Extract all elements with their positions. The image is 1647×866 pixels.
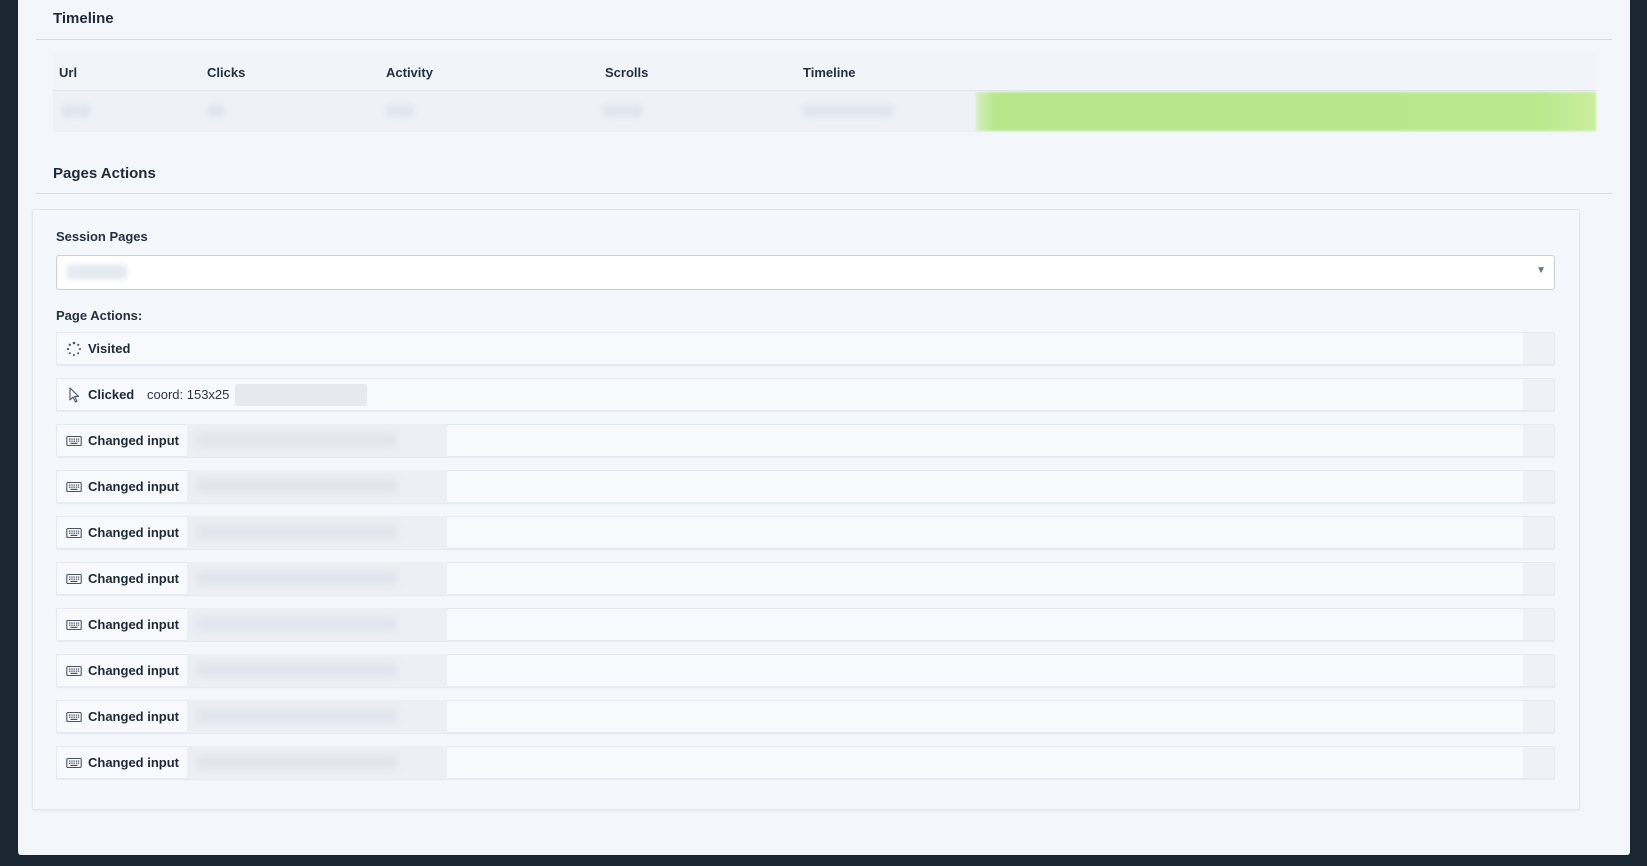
redacted-input-value [187, 516, 447, 549]
row-scroll-strip [1523, 609, 1554, 640]
action-changed-input[interactable]: Changed input [56, 562, 1555, 595]
keyboard-icon [66, 617, 82, 633]
row-scroll-strip [1523, 517, 1554, 548]
row-scroll-strip [1523, 655, 1554, 686]
spinner-icon [66, 341, 82, 357]
keyboard-icon [66, 663, 82, 679]
keyboard-icon [66, 479, 82, 495]
action-title: Changed input [88, 479, 179, 494]
redacted-clicks [207, 105, 225, 117]
column-clicks: Clicks [207, 65, 246, 80]
redacted-url [61, 105, 91, 117]
pages-actions-divider [36, 193, 1612, 194]
redacted-input-value [187, 746, 447, 779]
row-scroll-strip [1523, 333, 1554, 364]
action-title: Changed input [88, 617, 179, 632]
redacted-click-target [235, 384, 367, 406]
action-changed-input[interactable]: Changed input [56, 470, 1555, 503]
row-scroll-strip [1523, 471, 1554, 502]
redacted-input-value [187, 608, 447, 641]
column-scrolls: Scrolls [605, 65, 649, 80]
keyboard-icon [66, 433, 82, 449]
row-scroll-strip [1523, 425, 1554, 456]
row-scroll-strip [1523, 379, 1554, 410]
action-changed-input[interactable]: Changed input [56, 654, 1555, 687]
page-actions-label: Page Actions: [56, 308, 143, 323]
action-changed-input[interactable]: Changed input [56, 700, 1555, 733]
timeline-divider [36, 39, 1612, 40]
action-changed-input[interactable]: Changed input [56, 424, 1555, 457]
redacted-input-value [187, 700, 447, 733]
timeline-table-header: Url Clicks Activity Scrolls Timeline [53, 53, 1596, 91]
redacted-input-value [187, 470, 447, 503]
redacted-input-value [187, 654, 447, 687]
redacted-timeline [803, 105, 893, 117]
redacted-scrolls [603, 105, 643, 117]
column-url: Url [59, 65, 78, 80]
row-scroll-strip [1523, 747, 1554, 778]
keyboard-icon [66, 571, 82, 587]
row-scroll-strip [1523, 563, 1554, 594]
column-activity: Activity [386, 65, 433, 80]
session-pages-selected-value [67, 265, 127, 279]
timeline-title: Timeline [53, 10, 114, 27]
action-title: Changed input [88, 433, 179, 448]
action-changed-input[interactable]: Changed input [56, 608, 1555, 641]
row-scroll-strip [1523, 701, 1554, 732]
action-changed-input[interactable]: Changed input [56, 516, 1555, 549]
action-visited[interactable]: Visited [56, 332, 1555, 365]
action-clicked[interactable]: Clicked coord: 153x25 [56, 378, 1555, 411]
action-title: Changed input [88, 755, 179, 770]
action-title: Visited [88, 341, 131, 356]
action-title: Changed input [88, 525, 179, 540]
session-pages-label: Session Pages [56, 229, 148, 244]
redacted-input-value [187, 562, 447, 595]
action-changed-input[interactable]: Changed input [56, 746, 1555, 779]
action-title: Clicked [88, 387, 135, 402]
chevron-down-icon[interactable]: ▼ [1536, 265, 1546, 276]
redacted-activity [386, 105, 414, 117]
session-pages-select[interactable]: ▼ [56, 255, 1555, 290]
action-title: Changed input [88, 663, 179, 678]
column-timeline: Timeline [803, 65, 856, 80]
timeline-bar[interactable] [976, 92, 1596, 131]
action-title: Changed input [88, 709, 179, 724]
redacted-input-value [187, 424, 447, 457]
keyboard-icon [66, 755, 82, 771]
keyboard-icon [66, 709, 82, 725]
cursor-icon [66, 387, 82, 403]
action-title: Changed input [88, 571, 179, 586]
pages-actions-title: Pages Actions [53, 165, 156, 182]
click-coordinates: coord: 153x25 [147, 387, 230, 402]
keyboard-icon [66, 525, 82, 541]
timeline-table: Url Clicks Activity Scrolls Timeline [53, 53, 1596, 132]
